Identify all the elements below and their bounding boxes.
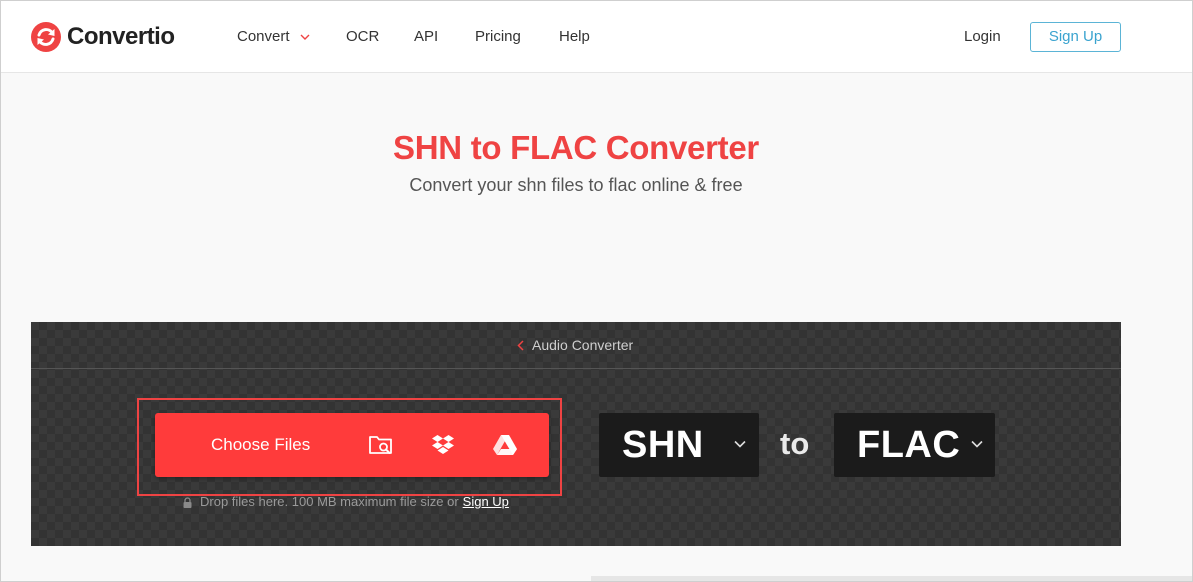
drop-files-note: Drop files here. 100 MB maximum file siz… [183, 494, 509, 510]
dropbox-icon[interactable] [430, 433, 456, 457]
convertio-logo-icon [31, 22, 61, 52]
breadcrumb: Audio Converter [31, 322, 1121, 369]
chevron-left-icon [517, 339, 524, 351]
google-drive-icon[interactable] [492, 433, 518, 457]
login-link[interactable]: Login [964, 28, 1001, 46]
folder-search-icon[interactable] [368, 433, 394, 457]
source-format-select[interactable]: SHN [599, 413, 759, 477]
chevron-down-icon [300, 34, 310, 40]
breadcrumb-label: Audio Converter [532, 337, 634, 353]
breadcrumb-audio-converter[interactable]: Audio Converter [517, 336, 633, 354]
page-subtitle: Convert your shn files to flac online & … [409, 175, 743, 195]
choose-files-label: Choose Files [211, 435, 311, 454]
nav-ocr[interactable]: OCR [346, 28, 379, 46]
nav-pricing[interactable]: Pricing [475, 28, 521, 46]
nav-convert[interactable]: Convert [237, 28, 310, 46]
source-format-value: SHN [622, 424, 704, 466]
nav-api[interactable]: API [414, 28, 438, 46]
brand-logo[interactable]: Convertio [31, 21, 175, 53]
chevron-down-icon [734, 440, 746, 448]
chevron-down-icon [971, 440, 983, 448]
nav-convert-label: Convert [237, 28, 290, 45]
page: Convertio Convert OCR API Pricing Help L… [0, 0, 1193, 582]
drop-note-text: Drop files here. 100 MB maximum file siz… [200, 494, 459, 509]
target-format-select[interactable]: FLAC [834, 413, 995, 477]
brand-name: Convertio [67, 23, 175, 50]
signup-button[interactable]: Sign Up [1030, 22, 1121, 52]
drop-note-signup-link[interactable]: Sign Up [463, 494, 509, 510]
top-header: Convertio Convert OCR API Pricing Help L… [1, 1, 1192, 73]
target-format-value: FLAC [857, 424, 961, 466]
page-title: SHN to FLAC Converter [393, 129, 759, 166]
lock-icon [183, 496, 192, 508]
converter-panel: Audio Converter Choose Files Drop files … [31, 322, 1121, 546]
nav-help[interactable]: Help [559, 28, 590, 46]
choose-files-button[interactable]: Choose Files [155, 413, 549, 477]
bottom-content-edge [591, 576, 1192, 581]
to-separator: to [780, 426, 810, 461]
